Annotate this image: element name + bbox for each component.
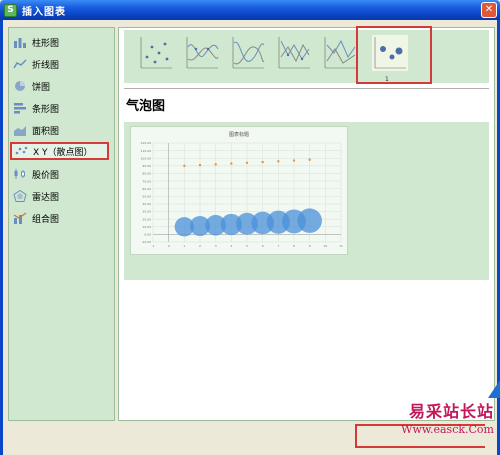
bubble-point bbox=[297, 208, 322, 233]
chart-svg: 图表标题 -10.00 0.00 10.00 20.00 30.00 40.00 50.00 6… bbox=[141, 131, 343, 248]
divider bbox=[124, 88, 489, 89]
category-label: 组合图 bbox=[32, 214, 60, 225]
scatter-point bbox=[198, 163, 202, 167]
category-hbar[interactable]: 条形图 bbox=[13, 99, 113, 117]
corner-arrow-icon bbox=[488, 380, 500, 398]
category-radar[interactable]: 雷达图 bbox=[13, 187, 113, 205]
scatter-point bbox=[292, 159, 296, 162]
chart-type-list: 柱形图 折线图 饼图 条形图 面积图 X Y（散点图） 股价图 雷达图 组合图 bbox=[8, 27, 115, 421]
close-button[interactable]: ✕ bbox=[481, 2, 497, 18]
x-tick-label: 10 bbox=[323, 244, 327, 248]
stock-icon bbox=[14, 169, 25, 179]
x-tick-label: 8 bbox=[293, 244, 295, 248]
title-bar: S 插入图表 ✕ bbox=[0, 0, 500, 20]
x-tick-label: 5 bbox=[246, 244, 248, 248]
bar-icon bbox=[14, 38, 26, 48]
chart-title: 图表标题 bbox=[229, 131, 249, 138]
category-label: 折线图 bbox=[32, 60, 60, 71]
x-tick-label: 11 bbox=[339, 244, 343, 248]
category-stock[interactable]: 股价图 bbox=[13, 165, 113, 183]
y-tick-label: 0.00 bbox=[144, 233, 151, 237]
category-line[interactable]: 折线图 bbox=[13, 55, 113, 73]
x-tick-label: 3 bbox=[215, 244, 217, 248]
scatter-point bbox=[183, 164, 186, 168]
x-tick-label: 7 bbox=[277, 244, 279, 248]
category-label: 雷达图 bbox=[32, 192, 60, 203]
category-xy-scatter[interactable]: X Y（散点图） bbox=[10, 142, 109, 160]
subtype-scatter-smooth[interactable] bbox=[230, 35, 266, 71]
chart-type-heading: 气泡图 bbox=[126, 99, 166, 114]
category-label: 饼图 bbox=[32, 82, 51, 93]
y-tick-label: 70.00 bbox=[142, 179, 151, 183]
subtype-scatter-smooth-markers[interactable] bbox=[184, 35, 220, 71]
subtype-strip: 1 bbox=[124, 26, 489, 84]
subtype-scatter-straight-markers[interactable] bbox=[276, 35, 312, 71]
watermark: 易采站长站 Www.easck.Com bbox=[401, 398, 494, 436]
y-tick-label: 10.00 bbox=[142, 225, 151, 229]
scatter-point bbox=[230, 162, 233, 165]
window-title: 插入图表 bbox=[22, 6, 66, 18]
scatter-point bbox=[261, 160, 264, 164]
pie-icon bbox=[15, 81, 25, 91]
subtype-sublabel: 1 bbox=[385, 76, 389, 83]
x-tick-label: 0 bbox=[168, 244, 170, 248]
area-icon bbox=[14, 126, 26, 136]
x-tick-label: -1 bbox=[152, 244, 155, 248]
category-combo[interactable]: 组合图 bbox=[13, 209, 113, 227]
category-area[interactable]: 面积图 bbox=[13, 121, 113, 139]
category-label: 面积图 bbox=[32, 126, 60, 137]
category-label: 柱形图 bbox=[32, 38, 60, 49]
subtype-scatter-markers[interactable] bbox=[138, 35, 174, 71]
hbar-icon bbox=[14, 103, 26, 114]
x-tick-label: 2 bbox=[199, 244, 201, 248]
y-tick-label: 40.00 bbox=[142, 202, 151, 206]
watermark-url: Www.easck.Com bbox=[401, 423, 494, 436]
app-icon: S bbox=[4, 3, 17, 17]
scatter-point bbox=[245, 161, 249, 164]
x-tick-label: 1 bbox=[183, 244, 185, 248]
y-tick-label: -10.00 bbox=[141, 240, 151, 244]
bubble-chart-preview: 图表标题 -10.00 0.00 10.00 20.00 30.00 40.00 50.00 6… bbox=[130, 126, 348, 255]
combo-icon bbox=[13, 212, 27, 224]
y-tick-label: 120.00 bbox=[141, 141, 152, 145]
category-bar[interactable]: 柱形图 bbox=[13, 33, 113, 51]
scatter-point bbox=[308, 158, 311, 161]
y-tick-label: 60.00 bbox=[142, 187, 151, 191]
insert-chart-dialog: 柱形图 折线图 饼图 条形图 面积图 X Y（散点图） 股价图 雷达图 组合图 … bbox=[0, 20, 500, 455]
category-pie[interactable]: 饼图 bbox=[13, 77, 113, 95]
category-label: 条形图 bbox=[32, 104, 60, 115]
scatter-point bbox=[214, 163, 217, 166]
line-icon bbox=[13, 59, 27, 69]
preview-area: 图表标题 -10.00 0.00 10.00 20.00 30.00 40.00 50.00 6… bbox=[124, 122, 489, 280]
scatter-icon bbox=[15, 146, 28, 155]
y-tick-label: 90.00 bbox=[142, 164, 151, 168]
category-label: X Y（散点图） bbox=[33, 147, 93, 158]
x-tick-label: 9 bbox=[309, 244, 311, 248]
y-tick-label: 30.00 bbox=[142, 210, 151, 214]
x-tick-label: 4 bbox=[230, 244, 232, 248]
y-tick-label: 100.00 bbox=[141, 156, 152, 160]
selected-subtype-highlight bbox=[356, 26, 432, 84]
x-tick-label: 6 bbox=[262, 244, 264, 248]
category-label: 股价图 bbox=[32, 170, 60, 181]
y-tick-label: 20.00 bbox=[142, 217, 151, 221]
watermark-text: 易采站长站 bbox=[408, 402, 494, 421]
subtype-scatter-straight[interactable] bbox=[322, 35, 358, 71]
y-tick-label: 110.00 bbox=[141, 149, 152, 153]
radar-icon bbox=[13, 190, 27, 202]
y-tick-label: 50.00 bbox=[142, 195, 151, 199]
scatter-point bbox=[277, 160, 280, 163]
y-tick-label: 80.00 bbox=[142, 172, 151, 176]
chart-preview-panel: 1 气泡图 图表标题 -10.00 0.00 10.00 20.00 30.00 40.00… bbox=[118, 26, 495, 421]
